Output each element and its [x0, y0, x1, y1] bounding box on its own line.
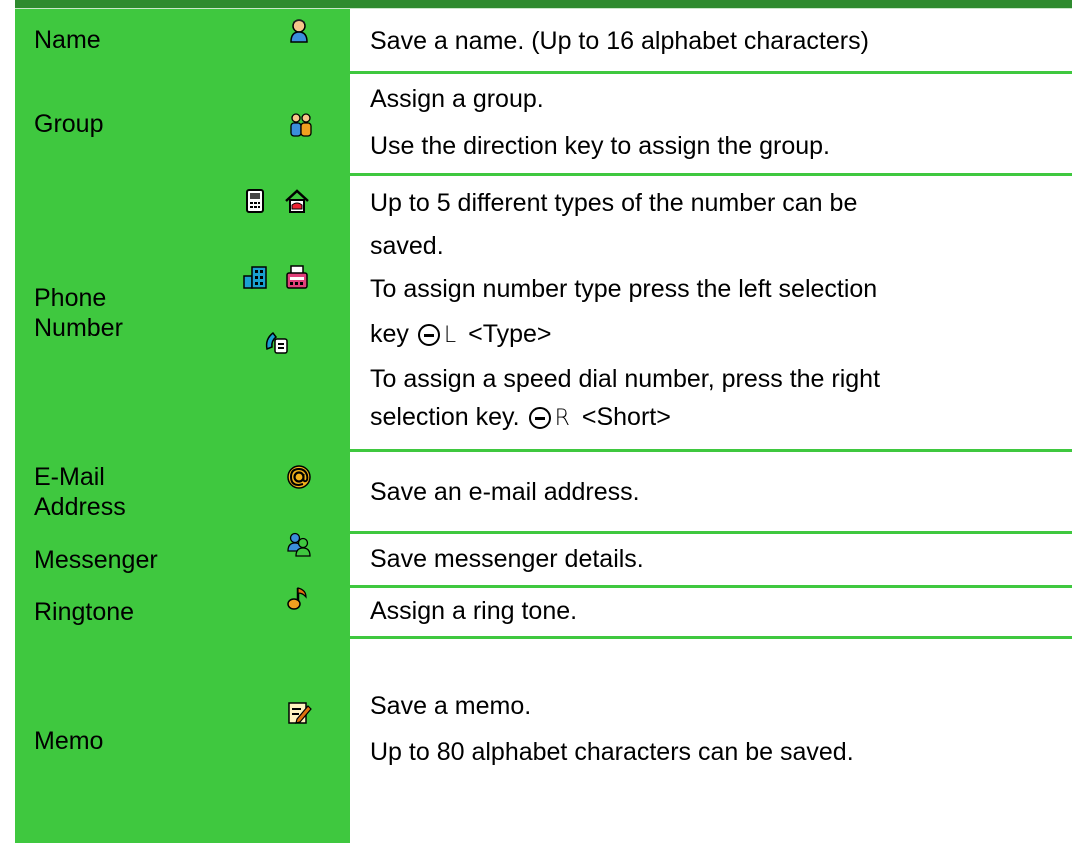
key-prefix: selection key. [370, 403, 520, 431]
description-line: saved. [370, 232, 444, 260]
header-bar [15, 0, 1072, 8]
table-row-ringtone: Ringtone Assign a ring tone. [15, 587, 1072, 639]
table-row-group: Group Assign a group. Use the direction … [15, 74, 1072, 176]
description-line: To assign a speed dial number, press the… [370, 365, 881, 393]
icon-cell [228, 176, 348, 449]
table-row-phone-number: Phone Number Up to 5 different types of … [15, 176, 1072, 452]
row-description: Save a name. (Up to 16 alphabet characte… [370, 9, 1062, 71]
minus-key-icon [528, 407, 551, 429]
row-description: Assign a group. Use the direction key to… [370, 74, 1062, 173]
description-line: To assign number type press the left sel… [370, 275, 878, 303]
memo-icon [288, 702, 312, 724]
music-note-icon [287, 587, 307, 610]
home-icon [285, 189, 309, 213]
table-row-messenger: Messenger Save messenger details. [15, 532, 1072, 588]
table-row-memo: Memo Save a memo. Up to 80 alphabet char… [15, 639, 1072, 843]
table-row-name: Name Save a name. (Up to 16 alphabet cha… [15, 9, 1072, 74]
description-line: Assign a ring tone. [370, 597, 578, 625]
description-line: Assign a group. [370, 85, 544, 113]
at-sign-icon [287, 465, 311, 489]
fax-icon [286, 265, 308, 289]
general-phone-icon [265, 331, 288, 354]
row-description: Up to 5 different types of the number ca… [370, 176, 1062, 449]
icon-cell [228, 532, 348, 585]
icon-cell [228, 452, 348, 531]
minus-key-icon [417, 324, 440, 346]
description-line-left-key: key L <Type> [370, 319, 552, 351]
description-line-right-key: selection key. R <Short> [370, 402, 671, 434]
description-line: Save a name. (Up to 16 alphabet characte… [370, 27, 869, 55]
description-line: Save messenger details. [370, 545, 644, 573]
person-icon [290, 19, 308, 43]
icon-cell [228, 74, 348, 173]
key-letter: L [443, 323, 457, 348]
table-row-email: E-Mail Address Save an e-mail address. [15, 452, 1072, 534]
row-description: Save messenger details. [370, 534, 1062, 585]
key-label: <Short> [581, 403, 671, 431]
icon-cell [228, 9, 348, 71]
icon-cell [228, 639, 348, 843]
description-line: Up to 5 different types of the number ca… [370, 189, 858, 217]
description-line: Use the direction key to assign the grou… [370, 132, 830, 160]
icon-cell [228, 587, 348, 636]
messenger-icon [287, 532, 311, 557]
description-line: Save an e-mail address. [370, 478, 640, 506]
row-description: Save a memo. Up to 80 alphabet character… [370, 639, 1062, 843]
key-letter: R [554, 406, 570, 431]
description-line: Up to 80 alphabet characters can be save… [370, 738, 854, 766]
description-line: Save a memo. [370, 692, 532, 720]
row-description: Assign a ring tone. [370, 588, 1062, 636]
key-label: <Type> [468, 320, 552, 348]
key-prefix: key [370, 320, 409, 348]
group-icon [290, 113, 312, 137]
row-description: Save an e-mail address. [370, 452, 1062, 531]
office-icon [243, 266, 267, 289]
mobile-phone-icon [246, 189, 264, 213]
